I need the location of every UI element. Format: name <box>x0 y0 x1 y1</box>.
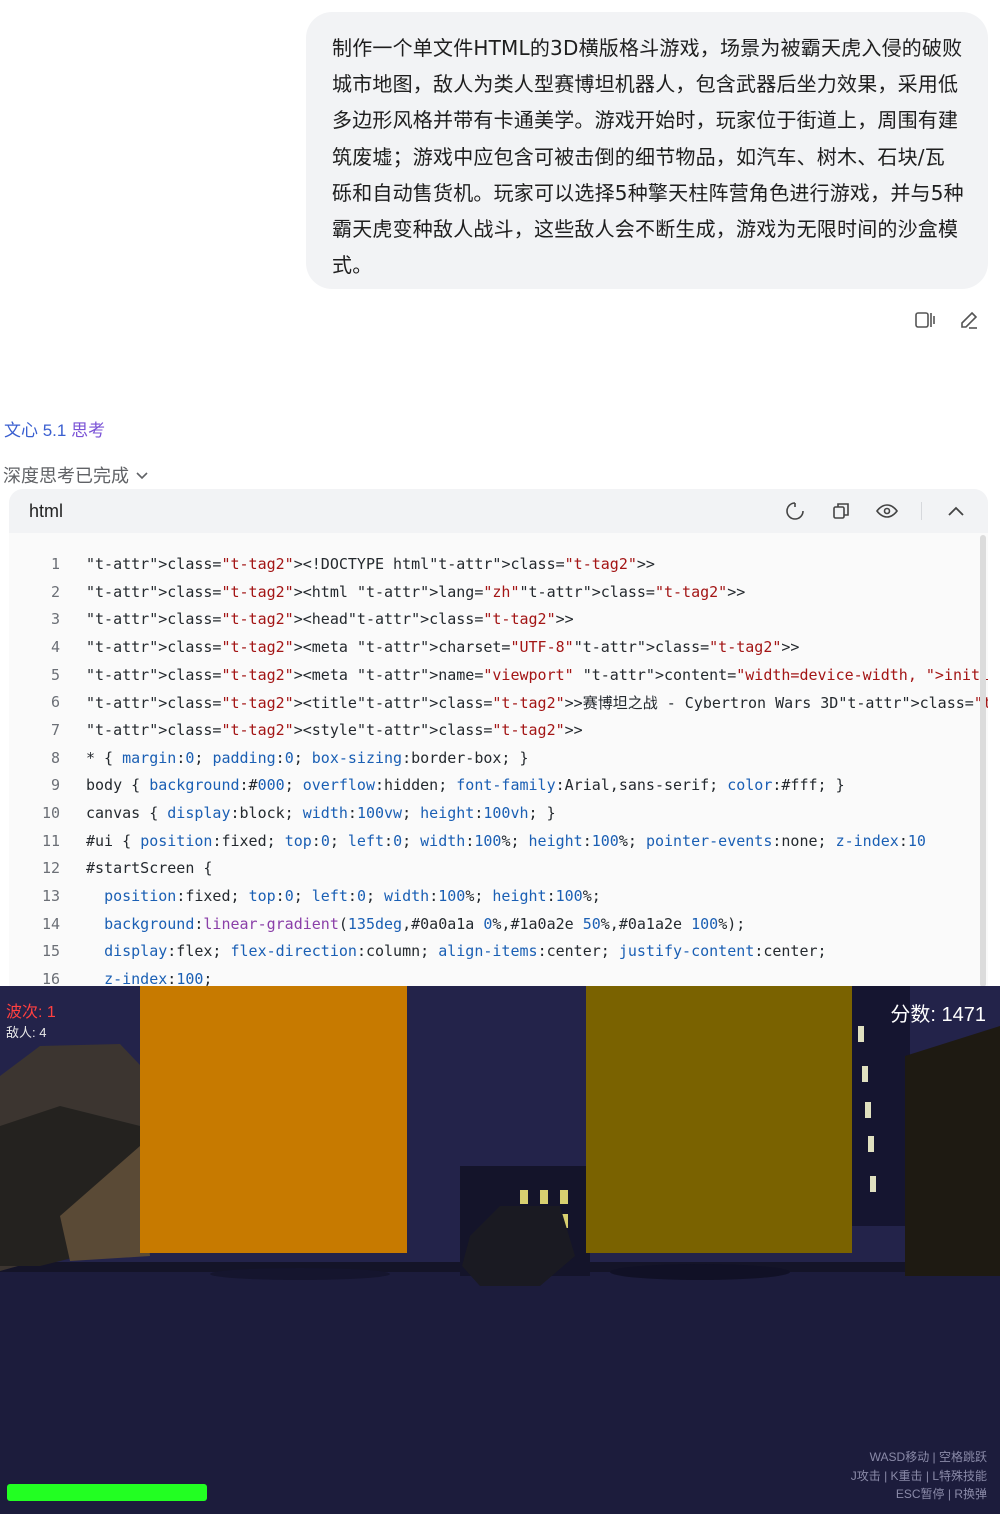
line-number: 8 <box>50 748 60 767</box>
code-scrollbar[interactable] <box>980 535 986 987</box>
code-block-header: html <box>9 489 988 533</box>
line-number: 7 <box>50 720 60 739</box>
collapse-icon[interactable] <box>944 499 968 523</box>
shadow <box>210 1268 390 1280</box>
line-number: 4 <box>50 637 60 656</box>
line-number: 1 <box>50 554 60 573</box>
code-line: 8 * { margin:0; padding:0; box-sizing:bor… <box>9 744 988 772</box>
preview-icon[interactable] <box>875 499 899 523</box>
code-line: 4 "t-attr">class="t-tag2"><meta "t-attr">… <box>9 633 988 661</box>
code-text: position:fixed; top:0; left:0; width:100… <box>104 887 601 906</box>
line-number: 5 <box>50 665 60 684</box>
tower-window <box>862 1066 868 1082</box>
user-message-line: 多边形风格并带有卡通美学。游戏开始时，玩家位于街道上，周围有建 <box>332 108 959 133</box>
copy-icon[interactable] <box>829 499 853 523</box>
tower-window <box>868 1136 874 1152</box>
code-line: 15 display:flex; flex-direction:column; … <box>9 938 988 966</box>
code-line: 6 "t-attr">class="t-tag2"><title"t-attr">… <box>9 688 988 716</box>
code-line: 11 #ui { position:fixed; top:0; left:0; w… <box>9 827 988 855</box>
toolbar-divider <box>921 502 922 520</box>
user-message-line: 制作一个单文件HTML的3D横版格斗游戏，场景为被霸天虎入侵的破败 <box>332 36 963 60</box>
copy-icon[interactable] <box>914 309 936 331</box>
line-number: 3 <box>50 610 60 629</box>
code-text: #startScreen { <box>86 859 213 878</box>
wave-counter: 波次: 1 <box>6 1004 56 1021</box>
shadow <box>610 1264 790 1280</box>
controls-line: WASD移动 | 空格跳跃 <box>869 1450 987 1464</box>
code-line: 1 "t-attr">class="t-tag2"><!DOCTYPE html"… <box>9 550 988 578</box>
deep-thinking-label: 深度思考已完成 <box>3 466 129 487</box>
code-text: "t-attr">class="t-tag2"><meta "t-attr">n… <box>86 665 988 684</box>
code-lines: 1 "t-attr">class="t-tag2"><!DOCTYPE html"… <box>9 533 988 993</box>
health-bar <box>7 1484 207 1501</box>
user-message-bubble: 制作一个单文件HTML的3D横版格斗游戏，场景为被霸天虎入侵的破败 城市地图，敌… <box>306 12 988 289</box>
code-text: "t-attr">class="t-tag2"><title"t-attr">c… <box>86 693 988 712</box>
model-name-label: 文心 5.1 <box>4 421 67 440</box>
code-text: "t-attr">class="t-tag2"><meta "t-attr">c… <box>86 637 800 656</box>
run-icon[interactable] <box>783 499 807 523</box>
controls-line: J攻击 | K重击 | L特殊技能 <box>850 1468 987 1483</box>
user-message-line: 城市地图，敌人为类人型赛博坦机器人，包含武器后坐力效果，采用低 <box>332 72 959 97</box>
game-viewport[interactable]: 波次: 1 敌人: 4 分数: 1471 WASD移动 | 空格跳跃 J攻击 |… <box>0 986 1000 1514</box>
edit-icon[interactable] <box>958 309 980 331</box>
code-text: canvas { display:block; width:100vw; hei… <box>86 804 556 823</box>
code-text: "t-attr">class="t-tag2"><!DOCTYPE html"t… <box>86 554 655 573</box>
enemy-counter: 敌人: 4 <box>6 1025 47 1040</box>
model-name: 文心 5.1 思考 <box>4 416 105 441</box>
code-language: html <box>29 500 64 521</box>
tower-window <box>870 1176 876 1192</box>
building-right <box>905 1026 1000 1276</box>
code-line: 5 "t-attr">class="t-tag2"><meta "t-attr">… <box>9 661 988 689</box>
code-line: 3 "t-attr">class="t-tag2"><head"t-attr">c… <box>9 605 988 633</box>
code-line: 2 "t-attr">class="t-tag2"><html "t-attr">… <box>9 578 988 606</box>
controls-line: ESC暂停 | R换弹 <box>895 1487 987 1501</box>
game-scene <box>0 986 1000 1514</box>
deep-thinking-toggle[interactable]: 深度思考已完成 <box>3 462 149 488</box>
line-number: 14 <box>41 914 60 933</box>
code-text: * { margin:0; padding:0; box-sizing:bord… <box>86 748 529 767</box>
user-message-line: 式。 <box>332 253 373 278</box>
code-block: html 1 "t-attr">class="t-tag2"><!DOCTYPE… <box>9 489 988 999</box>
code-text: body { background:#000; overflow:hidden;… <box>86 776 845 795</box>
line-number: 15 <box>41 942 60 961</box>
line-number: 12 <box>41 859 60 878</box>
code-text: background:linear-gradient(135deg,#0a0a1… <box>104 914 746 933</box>
building-window <box>520 1190 528 1204</box>
code-line: 12 #startScreen { <box>9 855 988 883</box>
crate-right <box>586 986 852 1253</box>
chevron-down-icon <box>135 465 149 486</box>
code-line: 13 position:fixed; top:0; left:0; width:… <box>9 882 988 910</box>
code-line: 14 background:linear-gradient(135deg,#0a… <box>9 910 988 938</box>
line-number: 10 <box>41 804 60 823</box>
tower-window <box>858 1026 864 1042</box>
score-display: 分数: 1471 <box>890 1004 986 1026</box>
code-line: 9 body { background:#000; overflow:hidden… <box>9 772 988 800</box>
code-text: display:flex; flex-direction:column; ali… <box>104 942 827 961</box>
code-text: "t-attr">class="t-tag2"><style"t-attr">c… <box>86 720 583 739</box>
code-text: "t-attr">class="t-tag2"><head"t-attr">cl… <box>86 610 574 629</box>
message-actions <box>914 309 980 331</box>
code-line: 7 "t-attr">class="t-tag2"><style"t-attr">… <box>9 716 988 744</box>
user-message-line: 筑废墟；游戏中应包含可被击倒的细节物品，如汽车、树木、石块/瓦 <box>332 144 945 169</box>
building-window <box>540 1190 548 1204</box>
line-number: 2 <box>50 582 60 601</box>
controls-help: WASD移动 | 空格跳跃 J攻击 | K重击 | L特殊技能 ESC暂停 | … <box>851 1448 987 1504</box>
line-number: 9 <box>50 776 60 795</box>
line-number: 11 <box>41 831 60 850</box>
crate-left <box>140 986 407 1253</box>
line-number: 13 <box>41 887 60 906</box>
code-toolbar <box>783 499 968 523</box>
model-mode-label: 思考 <box>71 421 106 440</box>
user-message-line: 砾和自动售货机。玩家可以选择5种擎天柱阵营角色进行游戏，并与5种 <box>332 180 964 205</box>
code-text: #ui { position:fixed; top:0; left:0; wid… <box>86 831 926 850</box>
line-number: 6 <box>50 693 60 712</box>
tower-window <box>865 1102 871 1118</box>
code-line: 10 canvas { display:block; width:100vw; h… <box>9 799 988 827</box>
building-window <box>560 1190 568 1204</box>
code-text: "t-attr">class="t-tag2"><html "t-attr">l… <box>86 582 746 601</box>
user-message-line: 霸天虎变种敌人战斗，这些敌人会不断生成，游戏为无限时间的沙盒模 <box>332 217 959 242</box>
